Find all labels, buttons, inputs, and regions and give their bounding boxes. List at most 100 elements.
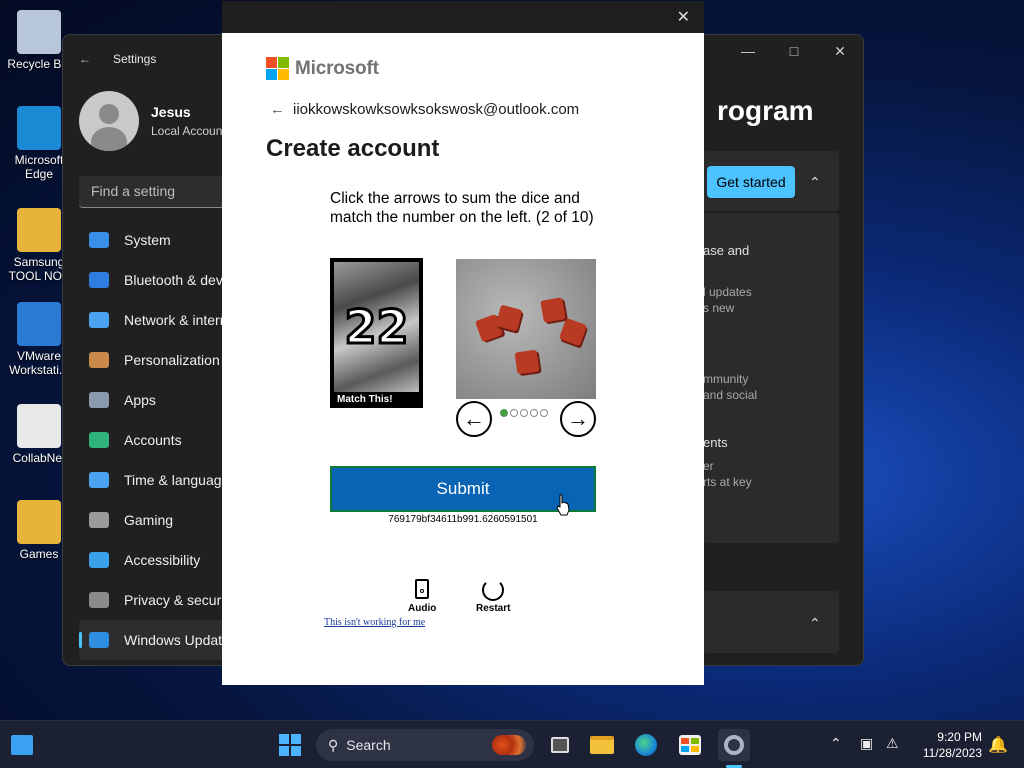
dice-image: [456, 259, 596, 399]
die: [558, 317, 588, 347]
restart-icon: [482, 579, 505, 601]
page-dot: [540, 409, 548, 417]
search-icon: ⚲: [328, 736, 339, 753]
sidebar-item-label: Accounts: [124, 432, 182, 448]
pane-sub-2b: and social: [703, 388, 758, 402]
page-dot: [510, 409, 518, 417]
page-dot: [530, 409, 538, 417]
microsoft-logo: Microsoft: [266, 57, 379, 80]
chevron-up-icon[interactable]: ⌃: [809, 174, 821, 191]
pane-sub-1b: s new: [703, 301, 735, 315]
next-arrow-button[interactable]: →: [560, 401, 596, 437]
store-icon[interactable]: [674, 729, 706, 761]
get-started-button[interactable]: Get started: [707, 166, 795, 198]
restart-button[interactable]: Restart: [476, 579, 510, 614]
chevron-up-icon[interactable]: ⌃: [830, 735, 842, 752]
widgets-icon[interactable]: [6, 729, 38, 761]
create-account-dialog: ✕ Microsoft ← iiokkowskowksowksokswosk@o…: [222, 1, 704, 685]
desktop-app-icon: [17, 106, 61, 150]
taskbar-search[interactable]: ⚲ Search: [316, 729, 534, 761]
target-number: 22: [343, 299, 410, 356]
brush-icon: [89, 352, 109, 368]
globe-clock-icon: [89, 472, 109, 488]
pane-sub-3a: er: [703, 459, 714, 473]
dialog-close-icon[interactable]: ✕: [677, 7, 690, 27]
pane-line-3: ents: [703, 435, 728, 450]
target-caption: Match This!: [337, 394, 393, 405]
die: [540, 297, 566, 323]
clock[interactable]: 9:20 PM 11/28/2023: [916, 729, 982, 761]
page-dot: [500, 409, 508, 417]
clock-time: 9:20 PM: [937, 730, 982, 744]
avatar: [79, 91, 139, 151]
desktop-app-icon: [17, 10, 61, 54]
die: [514, 349, 540, 375]
sidebar-item-label: Apps: [124, 392, 156, 408]
user-name: Jesus: [151, 104, 191, 120]
page-title: Create account: [266, 135, 440, 162]
desktop-app-icon: [17, 302, 61, 346]
microsoft-wordmark: Microsoft: [295, 57, 379, 79]
captcha-challenge: Click the arrows to sum the dice and mat…: [322, 177, 612, 637]
chevron-up-icon-2[interactable]: ⌃: [809, 615, 821, 632]
notification-bell-icon[interactable]: 🔔: [988, 735, 1008, 755]
apps-icon: [89, 392, 109, 408]
target-image: 22 Match This!: [330, 258, 423, 408]
windows-update-pane: rogram Get started ⌃ ase and l updates s…: [703, 35, 863, 665]
clock-date: 11/28/2023: [922, 746, 982, 760]
task-view-icon[interactable]: [544, 729, 576, 761]
audio-label: Audio: [408, 603, 437, 614]
sidebar-item-label: Windows Update: [124, 632, 230, 648]
settings-title: Settings: [113, 52, 157, 66]
start-icon[interactable]: [274, 729, 306, 761]
speaker-icon: [415, 579, 430, 599]
user-profile[interactable]: Jesus Local Account: [79, 91, 226, 151]
back-arrow-icon[interactable]: ←: [79, 52, 101, 66]
pane-sub-3b: rts at key: [703, 475, 752, 489]
shield-icon: [89, 592, 109, 608]
target-number-image: 22: [334, 262, 419, 392]
file-explorer-icon[interactable]: [586, 729, 618, 761]
edge-icon[interactable]: [630, 729, 662, 761]
dialog-titlebar: ✕: [222, 1, 704, 33]
sidebar-item-label: Time & language: [124, 472, 230, 488]
sidebar-item-label: System: [124, 232, 171, 248]
pane-sub-2a: mmunity: [703, 372, 749, 386]
person-icon: [89, 432, 109, 448]
user-type: Local Account: [151, 124, 226, 138]
volume-muted-icon[interactable]: ⚠: [886, 735, 899, 752]
pane-sub-1a: l updates: [703, 285, 752, 299]
sidebar-item-label: Privacy & security: [124, 592, 236, 608]
accessibility-icon: [89, 552, 109, 568]
desktop-app-icon: [17, 404, 61, 448]
bluetooth-icon: [89, 272, 109, 288]
captcha-instruction: Click the arrows to sum the dice and mat…: [330, 190, 594, 226]
help-link[interactable]: This isn't working for me: [324, 617, 425, 628]
search-highlight-icon: [492, 735, 526, 755]
update-icon: [89, 632, 109, 648]
page-indicator: [500, 409, 548, 417]
wifi-icon: [89, 312, 109, 328]
desktop-app-icon: [17, 208, 61, 252]
microsoft-grid-icon: [266, 57, 289, 80]
email-row: ← iiokkowskowksowksokswosk@outlook.com: [270, 101, 579, 118]
page-dot: [520, 409, 528, 417]
hand-cursor-icon: [556, 494, 570, 516]
monitor-icon: [89, 232, 109, 248]
desktop-app-icon: [17, 500, 61, 544]
settings-app-icon[interactable]: [718, 729, 750, 761]
sidebar-item-label: Gaming: [124, 512, 174, 528]
audio-button[interactable]: Audio: [408, 579, 436, 614]
email-address: iiokkowskowksowksokswosk@outlook.com: [293, 101, 580, 118]
sidebar-item-label: Personalization: [124, 352, 220, 368]
restart-label: Restart: [476, 603, 511, 614]
network-icon[interactable]: ▣: [860, 735, 873, 752]
previous-arrow-button[interactable]: ←: [456, 401, 492, 437]
controller-icon: [89, 512, 109, 528]
back-arrow-icon[interactable]: ←: [270, 101, 285, 118]
sidebar-item-label: Accessibility: [124, 552, 201, 568]
search-label: Search: [346, 737, 391, 753]
taskbar: ⚲ Search ⌃ ▣ ⚠ 9:20 PM 11/28/2023 🔔: [0, 720, 1024, 768]
pane-title: rogram: [717, 95, 814, 126]
pane-line-1: ase and: [703, 243, 750, 258]
